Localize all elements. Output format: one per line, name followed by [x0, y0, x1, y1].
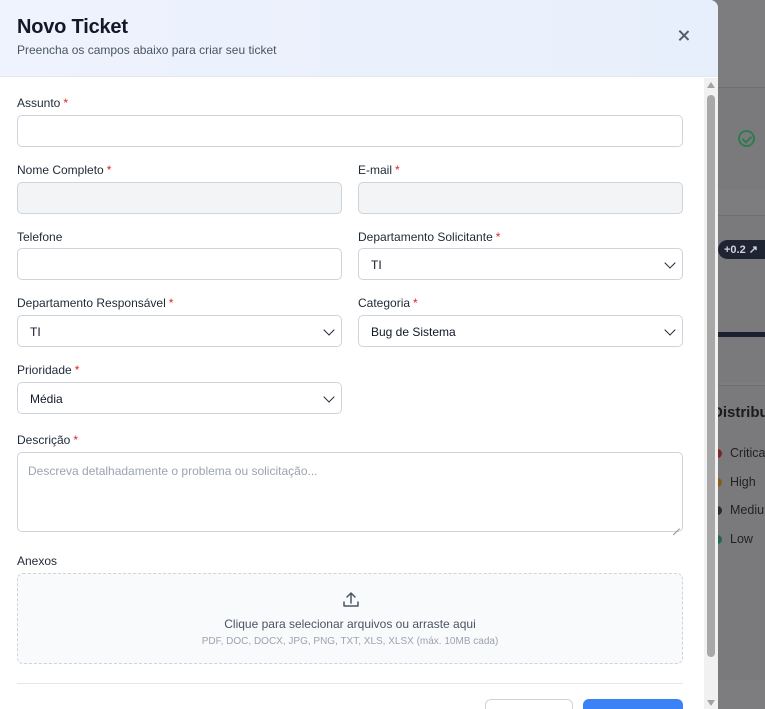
new-ticket-modal: Novo Ticket Preencha os campos abaixo pa… — [0, 0, 718, 709]
modal-body: Assunto * Nome Completo * E-mail * Telefone… — [0, 78, 704, 709]
dep-solicitante-value: TI — [371, 258, 382, 272]
chevron-down-icon — [323, 391, 335, 403]
scroll-down-arrow-icon[interactable] — [707, 700, 715, 706]
close-icon[interactable] — [676, 28, 692, 44]
categoria-select[interactable]: Bug de Sistema — [358, 315, 683, 347]
email-input[interactable] — [358, 182, 683, 214]
email-label: E-mail * — [358, 163, 400, 177]
assunto-label: Assunto * — [17, 96, 69, 110]
background-progress-bar — [716, 332, 765, 337]
submit-button[interactable] — [583, 699, 683, 709]
legend-item: Critica — [713, 446, 765, 460]
chevron-down-icon — [323, 324, 335, 336]
modal-subtitle: Preencha os campos abaixo para criar seu… — [17, 43, 277, 57]
scroll-up-arrow-icon[interactable] — [707, 82, 715, 88]
scrollbar[interactable] — [704, 78, 718, 709]
cancel-button[interactable] — [485, 699, 573, 709]
categoria-label: Categoria * — [358, 296, 418, 310]
background-section-title: Distribu — [712, 404, 765, 421]
resize-handle-icon[interactable] — [672, 521, 680, 529]
telefone-input[interactable] — [17, 248, 342, 280]
legend-item: High — [713, 475, 756, 489]
assunto-input[interactable] — [17, 115, 683, 147]
descricao-placeholder: Descreva detalhadamente o problema ou so… — [28, 464, 318, 478]
dep-responsavel-label: Departamento Responsável * — [17, 296, 174, 310]
footer-divider — [17, 683, 683, 684]
categoria-value: Bug de Sistema — [371, 325, 456, 339]
dep-responsavel-value: TI — [30, 325, 41, 339]
nome-label: Nome Completo * — [17, 163, 112, 177]
dep-solicitante-label: Departamento Solicitante * — [358, 230, 501, 244]
descricao-label: Descrição * — [17, 433, 79, 447]
scrollbar-thumb[interactable] — [707, 95, 715, 657]
prioridade-label: Prioridade * — [17, 363, 80, 377]
modal-header: Novo Ticket Preencha os campos abaixo pa… — [0, 0, 718, 77]
upload-icon — [343, 592, 359, 607]
descricao-textarea[interactable]: Descreva detalhadamente o problema ou so… — [17, 452, 683, 532]
prioridade-select[interactable]: Média — [17, 382, 342, 414]
dep-responsavel-select[interactable]: TI — [17, 315, 342, 347]
check-circle-icon — [738, 130, 755, 147]
prioridade-value: Média — [30, 392, 63, 406]
nome-completo-input[interactable] — [17, 182, 342, 214]
legend-item: Low — [713, 532, 753, 546]
trend-badge: +0.2 ↗ — [718, 240, 765, 259]
legend-item: Mediu — [713, 503, 764, 517]
dropzone-text: Clique para selecionar arquivos ou arras… — [224, 617, 476, 631]
dep-solicitante-select[interactable]: TI — [358, 248, 683, 280]
telefone-label: Telefone — [17, 230, 63, 244]
dropzone-hint: PDF, DOC, DOCX, JPG, PNG, TXT, XLS, XLSX… — [201, 636, 499, 647]
chevron-down-icon — [664, 257, 676, 269]
modal-title: Novo Ticket — [17, 16, 128, 38]
file-dropzone[interactable]: Clique para selecionar arquivos ou arras… — [17, 573, 683, 664]
anexos-label: Anexos — [17, 554, 58, 568]
chevron-down-icon — [664, 324, 676, 336]
